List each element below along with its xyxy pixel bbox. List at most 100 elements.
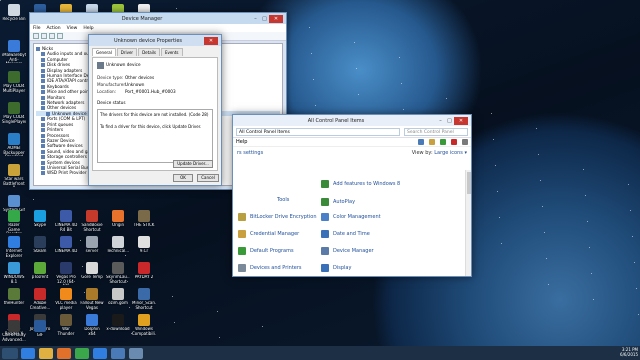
ok-button[interactable]: OK bbox=[173, 174, 193, 182]
desktop-icon[interactable]: iMalwarebytes Anti-Malware bbox=[2, 40, 26, 63]
device-status-box[interactable]: The drivers for this device are not inst… bbox=[97, 109, 213, 163]
taskbar-chrome-icon[interactable] bbox=[75, 347, 89, 359]
help-menu[interactable]: Help bbox=[236, 139, 247, 145]
desktop-icon[interactable]: Windows Compatibili... bbox=[132, 314, 156, 336]
desktop-icon[interactable]: PAYDAY 2 bbox=[132, 262, 156, 280]
desktop-icon[interactable]: Skype bbox=[28, 210, 52, 228]
cp-scroll-thumb[interactable] bbox=[467, 172, 471, 194]
delete-icon[interactable] bbox=[451, 139, 457, 145]
desktop-icon-label: Play COD4 MultiPlayer bbox=[2, 84, 26, 93]
taskbar-device-manager-icon[interactable] bbox=[129, 347, 143, 359]
cancel-button[interactable]: Cancel bbox=[197, 174, 219, 182]
desktop-icon[interactable]: WINDOWS 8.1 bbox=[2, 262, 26, 284]
home-icon[interactable] bbox=[418, 139, 424, 145]
desktop-icon[interactable]: server bbox=[80, 236, 104, 254]
settings-icon[interactable] bbox=[462, 139, 468, 145]
desktop-icon-label: Windows Compatibili... bbox=[132, 327, 156, 336]
tab-driver[interactable]: Driver bbox=[116, 48, 138, 56]
view-by[interactable]: View by: Large icons ▾ bbox=[412, 150, 467, 156]
tab-details[interactable]: Details bbox=[138, 48, 160, 56]
cp-item[interactable]: AutoPlay bbox=[321, 198, 355, 206]
desktop-icon[interactable]: Fallout New Vegas bbox=[80, 288, 104, 310]
desktop-icon[interactable]: CINEMA 4D bbox=[54, 236, 78, 254]
desktop-icon[interactable]: Recycle Bin bbox=[2, 4, 26, 22]
cp-item[interactable]: Display bbox=[321, 264, 351, 272]
taskbar-vlc-icon[interactable] bbox=[57, 347, 71, 359]
properties-icon[interactable] bbox=[49, 33, 55, 39]
start-button[interactable] bbox=[2, 347, 18, 359]
cp-close-button[interactable]: ✕ bbox=[454, 116, 468, 125]
desktop-icon[interactable]: 9.Cr bbox=[132, 236, 156, 254]
tree-item-label: Razer Device bbox=[47, 137, 75, 143]
control-panel-titlebar[interactable]: All Control Panel Items – □ ✕ bbox=[233, 115, 471, 126]
dialog-titlebar[interactable]: Unknown device Properties ✕ bbox=[89, 35, 221, 46]
desktop-icon[interactable]: Gore Temp bbox=[80, 262, 104, 280]
menu-item[interactable]: Help bbox=[83, 26, 93, 31]
menu-item[interactable]: View bbox=[67, 26, 78, 31]
desktop-icon-label: Star wars Battlefront II bbox=[3, 177, 25, 187]
cp-minimize-button[interactable]: – bbox=[436, 117, 445, 125]
cp-item[interactable]: BitLocker Drive Encryption bbox=[238, 213, 317, 221]
desktop-icon[interactable]: Origin bbox=[106, 210, 130, 228]
tab-general[interactable]: General bbox=[92, 48, 116, 56]
desktop-icon[interactable]: theHunter bbox=[2, 288, 26, 306]
desktop-icon[interactable]: Call of Duty Advanced... bbox=[2, 320, 26, 342]
desktop-icon[interactable]: Technical... bbox=[106, 236, 130, 254]
cp-item[interactable]: Tools bbox=[277, 197, 289, 203]
star bbox=[495, 165, 496, 166]
desktop-icon[interactable]: Razer Game Booster bbox=[2, 210, 26, 233]
cp-item[interactable]: Color Management bbox=[321, 213, 381, 221]
desktop-icon[interactable]: x-download bbox=[106, 314, 130, 332]
desktop-icon[interactable]: War Thunder bbox=[54, 314, 78, 336]
search-input[interactable]: Search Control Panel bbox=[404, 127, 468, 136]
desktop-icon[interactable]: Steam bbox=[28, 236, 52, 254]
cp-item[interactable]: Add features to Windows 8 bbox=[321, 180, 400, 188]
breadcrumb[interactable]: All Control Panel Items bbox=[236, 127, 400, 136]
desktop-icon[interactable]: Play COD4 MultiPlayer bbox=[2, 71, 26, 93]
menu-item[interactable]: Action bbox=[47, 26, 61, 31]
check-icon[interactable] bbox=[440, 139, 446, 145]
cp-item[interactable]: Credential Manager bbox=[238, 230, 299, 238]
desktop-icon[interactable]: Minor_Scan... Shortcut bbox=[132, 288, 156, 310]
menu-item[interactable]: File bbox=[33, 26, 41, 31]
taskbar-control-panel-icon[interactable] bbox=[111, 347, 125, 359]
cp-maximize-button[interactable]: □ bbox=[445, 117, 454, 125]
desktop-icon[interactable]: Internet Explorer bbox=[2, 236, 26, 258]
maximize-button[interactable]: □ bbox=[260, 15, 269, 23]
back-icon[interactable] bbox=[33, 33, 39, 39]
taskbar-explorer-icon[interactable] bbox=[39, 347, 53, 359]
cp-item[interactable]: Devices and Printers bbox=[238, 264, 302, 272]
forward-icon[interactable] bbox=[41, 33, 47, 39]
desktop-icon[interactable]: Star wars Battlefront II bbox=[2, 164, 26, 187]
desktop-icon[interactable]: Adobe Creative... bbox=[28, 288, 52, 310]
desktop-icon[interactable]: Vegas Pro 12.0 (64-bit) bbox=[54, 262, 78, 285]
taskbar-ie2-icon[interactable] bbox=[93, 347, 107, 359]
desktop-icon[interactable]: SandBoxie Shortcut bbox=[80, 210, 104, 232]
taskbar-ie-icon[interactable] bbox=[21, 347, 35, 359]
dialog-close-button[interactable]: ✕ bbox=[204, 36, 218, 45]
desktop-icon[interactable]: VLC media player bbox=[54, 288, 78, 310]
desktop-icon[interactable]: AOMEI Backupper Standard bbox=[2, 133, 26, 156]
cp-item[interactable]: Device Manager bbox=[321, 247, 374, 255]
desktop-icon[interactable]: THE STICK bbox=[132, 210, 156, 228]
cp-scrollbar[interactable] bbox=[465, 170, 471, 276]
folder-icon[interactable] bbox=[429, 139, 435, 145]
minimize-button[interactable]: – bbox=[251, 15, 260, 23]
tab-events[interactable]: Events bbox=[160, 48, 183, 56]
desktop-icon[interactable]: CINEMA 4D R4 Bit bbox=[54, 210, 78, 232]
cp-item[interactable]: Default Programs bbox=[238, 247, 294, 255]
desktop-icon[interactable]: Dolphin x64 bbox=[80, 314, 104, 336]
cp-item[interactable]: Date and Time bbox=[321, 230, 370, 238]
star bbox=[544, 232, 545, 233]
help-icon[interactable] bbox=[57, 33, 63, 39]
star bbox=[262, 326, 263, 327]
desktop-icon[interactable]: Play COD4 SinglePlayer bbox=[2, 102, 26, 124]
desktop-icon[interactable]: pTorrent bbox=[28, 262, 52, 280]
close-button[interactable]: ✕ bbox=[269, 14, 283, 23]
update-driver-button[interactable]: Update Driver... bbox=[173, 160, 213, 168]
device-manager-titlebar[interactable]: Device Manager – □ ✕ bbox=[30, 13, 286, 24]
clock-date[interactable]: 6/6/2015 bbox=[620, 352, 638, 357]
desktop-icon[interactable]: ozim.gom bbox=[106, 288, 130, 306]
desktop-icon[interactable]: GIF bbox=[28, 320, 52, 338]
desktop-icon[interactable]: SkyrimLau... Shortcut bbox=[106, 262, 130, 284]
